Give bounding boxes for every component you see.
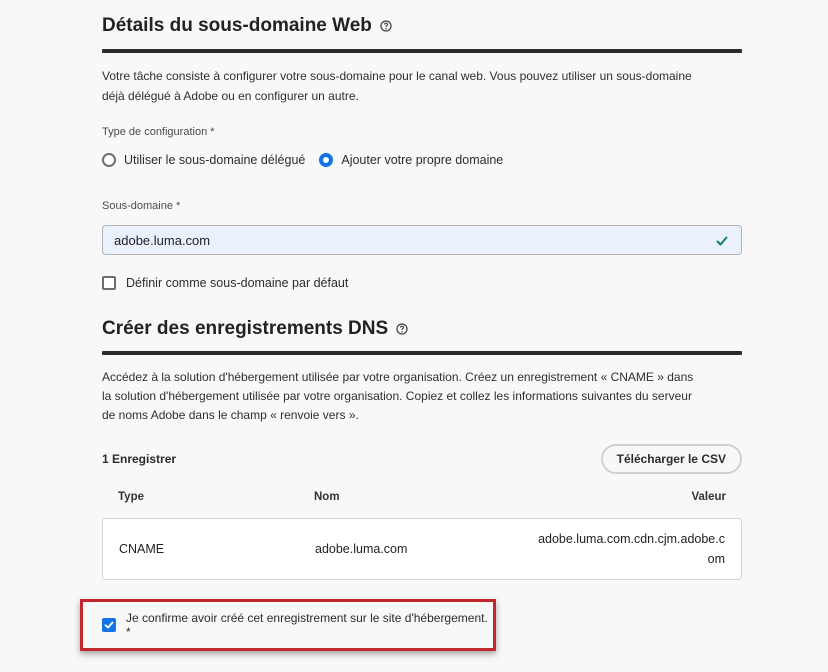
row-value-cell: adobe.luma.com.cdn.cjm.adobe.com — [515, 529, 741, 569]
row-name-cell: adobe.luma.com — [315, 542, 408, 556]
column-header-value: Valeur — [691, 491, 726, 503]
help-circle-icon[interactable] — [396, 323, 408, 335]
radio-use-delegated-label[interactable]: Utiliser le sous-domaine délégué — [124, 153, 305, 167]
records-count: 1 Enregistrer — [102, 452, 177, 466]
records-header: 1 Enregistrer Télécharger le CSV — [102, 443, 742, 475]
records-table-header: Type Nom Valeur — [102, 485, 742, 509]
subdomain-input-value: adobe.luma.com — [114, 232, 211, 248]
required-mark: * — [210, 126, 215, 138]
page: Détails du sous-domaine Web Votre tâche … — [0, 0, 828, 672]
web-subdomain-description: Votre tâche consiste à configurer votre … — [102, 69, 692, 103]
table-row: CNAME adobe.luma.com adobe.luma.com.cdn.… — [102, 518, 742, 580]
subdomain-label: Sous-domaine * — [102, 200, 742, 216]
row-value-text: adobe.luma.com.cdn.cjm.adobe.com — [538, 532, 725, 566]
default-subdomain-row: Définir comme sous-domaine par défaut — [102, 276, 742, 290]
confirm-highlight-box: Je confirme avoir créé cet enregistremen… — [80, 599, 496, 651]
confirm-row: Je confirme avoir créé cet enregistremen… — [102, 611, 493, 639]
row-type-cell: CNAME — [119, 542, 165, 556]
required-mark: * — [175, 200, 181, 212]
checkbox-check-icon — [104, 621, 114, 629]
radio-add-own-domain-label[interactable]: Ajouter votre propre domaine — [341, 153, 503, 167]
default-subdomain-label[interactable]: Définir comme sous-domaine par défaut — [126, 276, 348, 290]
dns-title: Créer des enregistrements DNS — [102, 316, 742, 342]
config-type-radio-group: Utiliser le sous-domaine délégué Ajouter… — [102, 151, 742, 169]
web-subdomain-title: Détails du sous-domaine Web — [102, 13, 742, 39]
help-circle-icon[interactable] — [380, 20, 392, 32]
dns-description: Accédez à la solution d'hébergement util… — [102, 370, 694, 422]
web-subdomain-title-text: Détails du sous-domaine Web — [102, 15, 372, 36]
radio-add-own-domain[interactable] — [319, 153, 334, 167]
confirm-checkbox[interactable] — [102, 618, 116, 632]
radio-use-delegated[interactable] — [102, 153, 116, 167]
download-csv-button[interactable]: Télécharger le CSV — [600, 444, 742, 474]
checkmark-icon — [715, 234, 729, 248]
config-type-label-text: Type de configuration — [102, 126, 208, 138]
dns-title-text: Créer des enregistrements DNS — [102, 318, 389, 339]
subdomain-input[interactable]: adobe.luma.com — [102, 225, 742, 255]
config-type-label: Type de configuration * — [102, 126, 742, 142]
default-subdomain-checkbox[interactable] — [102, 276, 116, 290]
main-content: Détails du sous-domaine Web Votre tâche … — [102, 0, 742, 580]
column-header-type: Type — [118, 491, 144, 503]
column-header-name: Nom — [314, 491, 340, 503]
confirm-label[interactable]: Je confirme avoir créé cet enregistremen… — [126, 611, 493, 639]
subdomain-label-text: Sous-domaine — [102, 200, 173, 212]
